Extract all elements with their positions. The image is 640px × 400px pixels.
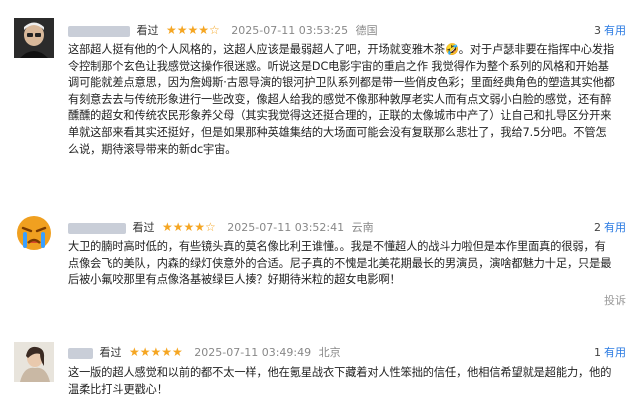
- watched-tag: 看过: [136, 24, 159, 37]
- review-text: 大卫的腩时高时低的，有些镜头真的莫名像比利王谁懂。。我是不懂超人的战斗力啦但是本…: [68, 240, 612, 287]
- useful-button[interactable]: 2 有用: [594, 219, 626, 235]
- username-redacted[interactable]: [68, 347, 93, 359]
- review-text: 这一版的超人感觉和以前的都不太一样，他在氪星战衣下藏着对人性笨拙的信任，他相信希…: [68, 366, 612, 396]
- useful-label: 有用: [604, 24, 626, 37]
- review-text: 这部超人挺有他的个人风格的，这超人应该是最弱超人了吧，开场就变雅木茶🤣。对于卢瑟…: [68, 43, 615, 156]
- useful-count: 3: [594, 24, 601, 37]
- useful-label: 有用: [604, 221, 626, 234]
- review-meta: 看过 ★★★★☆ 2025-07-11 03:52:41 云南: [68, 219, 374, 235]
- review-time: 2025-07-11 03:53:25: [231, 24, 349, 37]
- rating-stars: ★★★★★: [129, 345, 183, 359]
- username-redacted[interactable]: [68, 222, 126, 234]
- avatar[interactable]: [14, 212, 54, 252]
- review-meta: 看过 ★★★★☆ 2025-07-11 03:53:25 德国: [68, 22, 378, 38]
- report-button[interactable]: 投诉: [604, 292, 626, 308]
- rating-stars: ★★★★☆: [166, 23, 220, 37]
- avatar[interactable]: [14, 342, 54, 382]
- review-location: 北京: [318, 346, 341, 359]
- avatar[interactable]: [14, 18, 54, 58]
- useful-label: 有用: [604, 346, 626, 359]
- useful-count: 2: [594, 221, 601, 234]
- useful-button[interactable]: 3 有用: [594, 22, 626, 38]
- review-location: 德国: [355, 24, 378, 37]
- username-redacted[interactable]: [68, 25, 130, 37]
- review-meta: 看过 ★★★★★ 2025-07-11 03:49:49 北京: [68, 344, 341, 360]
- useful-count: 1: [594, 346, 601, 359]
- watched-tag: 看过: [132, 221, 155, 234]
- watched-tag: 看过: [99, 346, 122, 359]
- review-time: 2025-07-11 03:52:41: [227, 221, 345, 234]
- useful-button[interactable]: 1 有用: [594, 344, 626, 360]
- rating-stars: ★★★★☆: [162, 220, 216, 234]
- review-location: 云南: [351, 221, 374, 234]
- review-time: 2025-07-11 03:49:49: [194, 346, 312, 359]
